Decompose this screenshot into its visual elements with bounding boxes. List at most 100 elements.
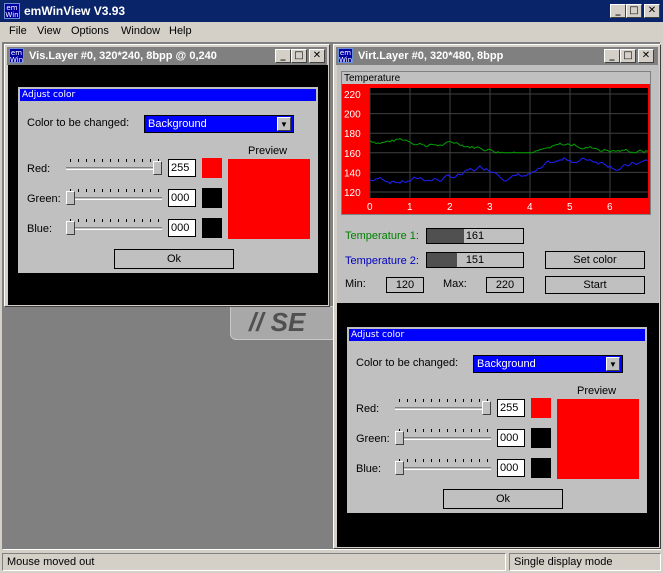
vis-layer-title-bar[interactable]: em Win Vis.Layer #0, 320*240, 8bpp @ 0,2… [7,47,327,65]
close-icon[interactable]: ✕ [644,4,660,18]
app-title-bar[interactable]: em Win emWinView V3.93 _ □ ✕ [0,0,663,22]
slider-track [395,407,491,410]
slider-tick [142,189,143,192]
slider-tick [126,189,127,192]
virt-chevron-down-icon[interactable]: ▼ [606,357,620,371]
slider-track [66,167,162,170]
slider-tick [134,219,135,222]
virt-green-slider[interactable] [395,427,491,447]
menu-help[interactable]: Help [169,25,192,37]
virt-close-icon[interactable]: ✕ [638,49,654,63]
vis-layer-icon[interactable]: em Win [9,48,24,64]
temp2-value: 151 [465,254,485,266]
vis-layer-title: Vis.Layer #0, 320*240, 8bpp @ 0,240 [29,50,217,62]
slider-tick [142,159,143,162]
slider-thumb[interactable] [482,401,491,415]
virt-blue-swatch [531,458,551,478]
status-bar: Mouse moved out Single display mode [0,551,663,573]
slider-tick [126,159,127,162]
slider-tick [479,429,480,432]
slider-tick [407,459,408,462]
slider-track [395,467,491,470]
set-color-button[interactable]: Set color [545,251,645,269]
virt-layer-title-bar[interactable]: em Win Virt.Layer #0, 320*480, 8bpp _ □ … [336,47,658,65]
vis-blue-slider[interactable] [66,217,162,237]
slider-thumb[interactable] [395,431,404,445]
vis-color-to-change-label: Color to be changed: [27,117,130,129]
slider-tick [431,459,432,462]
slider-track [66,227,162,230]
menu-file[interactable]: File [9,25,27,37]
slider-tick [431,399,432,402]
slider-tick [110,189,111,192]
menu-view[interactable]: View [37,25,61,37]
slider-tick [102,219,103,222]
vis-green-value-field[interactable]: 000 [168,189,196,207]
x-tick-label: 3 [487,202,493,213]
vis-red-value-field[interactable]: 255 [168,159,196,177]
slider-tick [110,219,111,222]
virt-green-value-field[interactable]: 000 [497,429,525,447]
slider-tick [439,429,440,432]
slider-thumb[interactable] [395,461,404,475]
slider-thumb[interactable] [66,221,75,235]
vis-ok-button[interactable]: Ok [114,249,234,269]
virt-layer-icon[interactable]: em Win [338,48,353,64]
virt-maximize-icon[interactable]: □ [620,49,636,63]
virt-dialog-title: Adjust color [349,329,645,341]
vis-blue-value-field[interactable]: 000 [168,219,196,237]
slider-tick [126,219,127,222]
slider-tick [487,459,488,462]
vis-color-dropdown[interactable]: Background ▼ [144,115,294,133]
minimize-icon[interactable]: _ [610,4,626,18]
slider-tick [78,189,79,192]
slider-tick [463,459,464,462]
slider-tick [399,399,400,402]
vis-layer-window[interactable]: em Win Vis.Layer #0, 320*240, 8bpp @ 0,2… [4,44,330,307]
vis-chevron-down-icon[interactable]: ▼ [277,117,291,131]
virt-ok-button[interactable]: Ok [443,489,563,509]
app-icon[interactable]: em Win [4,3,20,19]
vis-layer-canvas: Adjust color Color to be changed: Backgr… [8,65,328,305]
menu-options[interactable]: Options [71,25,109,37]
slider-tick [455,399,456,402]
slider-tick [118,159,119,162]
vis-close-icon[interactable]: ✕ [309,49,325,63]
slider-tick [134,159,135,162]
slider-tick [150,219,151,222]
virt-color-dropdown-value: Background [477,358,536,370]
menu-window[interactable]: Window [121,25,160,37]
slider-tick [447,399,448,402]
slider-tick [118,189,119,192]
virt-blue-value-field[interactable]: 000 [497,459,525,477]
vis-green-slider[interactable] [66,187,162,207]
maximize-icon[interactable]: □ [626,4,642,18]
vis-dialog-title: Adjust color [20,89,316,101]
menu-bar: File View Options Window Help [0,22,663,42]
vis-red-label: Red: [27,163,51,175]
virt-red-swatch [531,398,551,418]
vis-preview-label: Preview [248,145,288,157]
x-tick-label: 1 [407,202,413,213]
virt-layer-window[interactable]: em Win Virt.Layer #0, 320*480, 8bpp _ □ … [333,44,661,549]
virt-red-slider[interactable] [395,397,491,417]
vis-minimize-icon[interactable]: _ [275,49,291,63]
slider-tick [455,429,456,432]
virt-red-value-field[interactable]: 255 [497,399,525,417]
start-button[interactable]: Start [545,276,645,294]
virt-blue-slider[interactable] [395,457,491,477]
slider-thumb[interactable] [153,161,162,175]
vis-maximize-icon[interactable]: □ [291,49,307,63]
virt-layer-canvas: Temperature 220 200 180 160 140 120 0 1 2 3 4 5 6 T… [337,65,659,547]
vis-red-slider[interactable] [66,157,162,177]
virt-color-dropdown[interactable]: Background ▼ [473,355,623,373]
vis-red-swatch [202,158,222,178]
slider-tick [94,189,95,192]
vis-green-swatch [202,188,222,208]
temp2-progress: 151 [426,252,524,268]
y-tick-label: 160 [344,149,361,160]
vis-blue-swatch [202,218,222,238]
slider-thumb[interactable] [66,191,75,205]
virt-minimize-icon[interactable]: _ [604,49,620,63]
graph-svg: 220 200 180 160 140 120 0 1 2 3 4 5 6 [342,84,650,214]
